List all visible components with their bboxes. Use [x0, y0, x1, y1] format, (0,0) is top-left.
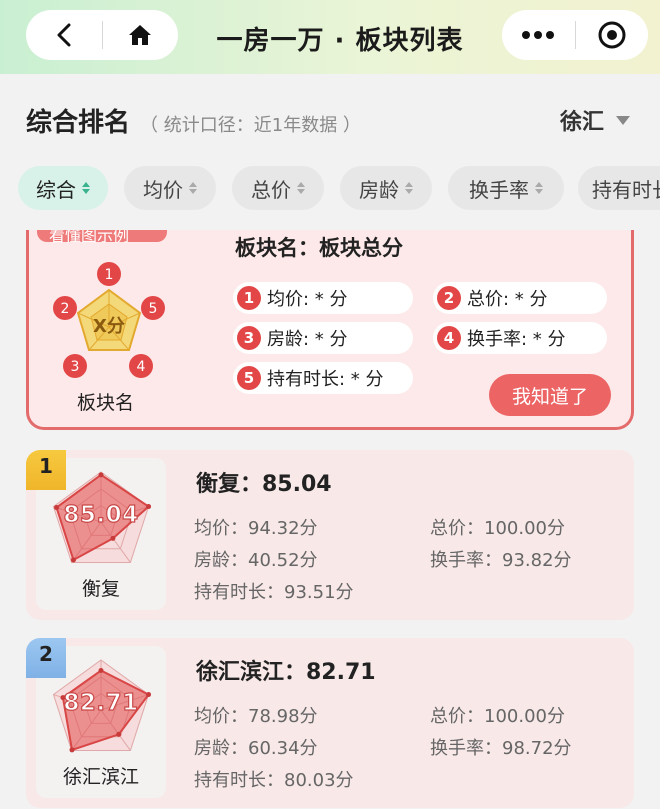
sort-arrows-icon — [297, 182, 305, 194]
filter-label: 均价 — [143, 177, 183, 202]
ranking-header: 综合排名 （ 统计口径：近1年数据 ） — [26, 102, 361, 139]
legend-item-text: 持有时长: * 分 — [267, 369, 384, 390]
metric-age: 房龄：40.52分 — [194, 550, 318, 571]
legend-vertex-4: 4 — [129, 354, 153, 378]
metric-total-price: 总价：100.00分 — [430, 706, 565, 727]
main-content: 综合排名 （ 统计口径：近1年数据 ） 徐汇 综合 均价 总价 房龄 换手率 持… — [0, 74, 660, 809]
radar-point — [98, 668, 104, 674]
metric-turnover: 换手率：98.72分 — [430, 738, 572, 759]
legend-item-text: 均价: * 分 — [267, 289, 348, 310]
region-label: 徐汇 — [560, 110, 605, 135]
sector-name: 衡复 — [81, 578, 120, 600]
svg-text:1: 1 — [105, 267, 114, 283]
svg-text:3: 3 — [71, 359, 80, 375]
radar-legend-panel: 看懂图示例 1 5 4 3 2 X分 板块名 板块名：板块总分 1 均价: * … — [26, 230, 634, 430]
legend-item-holding-time: 5 持有时长: * 分 — [233, 362, 413, 394]
filter-label: 房龄 — [359, 177, 399, 202]
home-icon — [129, 25, 152, 45]
metric-avg-price: 均价：94.32分 — [194, 518, 318, 539]
legend-sector-name: 板块名 — [77, 392, 135, 414]
filter-chip-composite[interactable]: 综合 — [18, 166, 108, 210]
filter-label: 总价 — [251, 177, 291, 202]
page-title: 一房一万 · 板块列表 — [216, 26, 464, 56]
sector-card[interactable]: 85.04 衡复 1 衡复：85.04 均价：94.32分 总价：100.00分… — [26, 450, 634, 620]
metric-age: 房龄：60.34分 — [194, 738, 318, 759]
legend-number-badge: 4 — [437, 326, 461, 350]
legend-tab: 看懂图示例 — [37, 230, 167, 245]
legend-item-total-price: 2 总价: * 分 — [433, 282, 607, 314]
sort-arrows-icon — [189, 182, 197, 194]
filter-chip-holding-time[interactable]: 持有时长 — [578, 166, 660, 210]
sort-arrows-icon — [82, 182, 90, 194]
sector-score-overlay: 85.04 — [63, 501, 139, 528]
legend-number-badge: 5 — [237, 366, 261, 390]
svg-text:2: 2 — [61, 301, 70, 317]
mini-program-title-bar: 一房一万 · 板块列表 — [0, 0, 660, 74]
rank-badge: 2 — [26, 638, 66, 678]
legend-item-text: 房龄: * 分 — [267, 329, 348, 350]
metric-avg-price: 均价：78.98分 — [194, 706, 318, 727]
close-miniprogram-button[interactable] — [576, 10, 649, 60]
legend-number-badge: 3 — [237, 326, 261, 350]
svg-text:5: 5 — [149, 301, 158, 317]
filter-label: 换手率 — [469, 177, 529, 202]
legend-item-avg-price: 1 均价: * 分 — [233, 282, 413, 314]
more-dots-icon — [522, 31, 555, 39]
filter-chip-turnover[interactable]: 换手率 — [448, 166, 564, 210]
legend-vertex-2: 2 — [53, 296, 77, 320]
rank-badge: 1 — [26, 450, 66, 490]
target-circle-icon — [598, 21, 626, 49]
radar-point — [69, 747, 75, 753]
legend-item-turnover: 4 换手率: * 分 — [433, 322, 607, 354]
sector-score-overlay: 82.71 — [63, 689, 139, 716]
caret-down-icon — [616, 115, 631, 125]
filter-label: 综合 — [36, 177, 76, 202]
radar-point — [70, 557, 76, 563]
metric-holding-time: 持有时长：93.51分 — [194, 582, 354, 603]
legend-number-badge: 2 — [437, 286, 461, 310]
back-button[interactable] — [26, 10, 102, 60]
sort-arrows-icon — [405, 182, 413, 194]
got-it-button[interactable]: 我知道了 — [489, 374, 611, 416]
radar-point — [110, 535, 116, 541]
menu-capsule — [502, 10, 648, 60]
nav-capsule — [26, 10, 178, 60]
filter-label: 持有时长 — [592, 177, 660, 202]
sector-card[interactable]: 82.71 徐汇滨江 2 徐汇滨江：82.71 均价：78.98分 总价：100… — [26, 638, 634, 808]
home-button[interactable] — [103, 10, 179, 60]
filter-chip-age[interactable]: 房龄 — [340, 166, 432, 210]
legend-item-text: 换手率: * 分 — [467, 329, 566, 350]
ranking-heading: 综合排名 — [26, 108, 131, 138]
sector-name: 徐汇滨江 — [62, 766, 139, 788]
back-chevron-icon — [57, 23, 71, 47]
sector-title: 徐汇滨江：82.71 — [196, 660, 376, 685]
metric-total-price: 总价：100.00分 — [430, 518, 565, 539]
radar-point — [98, 472, 104, 478]
sort-filter-bar: 综合 均价 总价 房龄 换手率 持有时长 — [0, 166, 660, 210]
legend-number-badge: 1 — [237, 286, 261, 310]
filter-chip-total-price[interactable]: 总价 — [232, 166, 324, 210]
legend-vertex-5: 5 — [141, 296, 165, 320]
legend-item-text: 总价: * 分 — [467, 289, 548, 310]
ranking-scope: （ 统计口径：近1年数据 ） — [140, 115, 361, 136]
legend-vertex-3: 3 — [63, 354, 87, 378]
legend-center-label: X分 — [93, 316, 125, 337]
legend-item-age: 3 房龄: * 分 — [233, 322, 413, 354]
radar-point — [116, 731, 122, 737]
legend-title: 板块名：板块总分 — [235, 236, 403, 260]
legend-vertex-1: 1 — [97, 262, 121, 286]
sort-arrows-icon — [535, 182, 543, 194]
filter-chip-avg-price[interactable]: 均价 — [124, 166, 216, 210]
metric-holding-time: 持有时长：80.03分 — [194, 770, 354, 791]
legend-radar-chart: 1 5 4 3 2 X分 — [53, 262, 165, 378]
sector-title: 衡复：85.04 — [196, 472, 332, 497]
svg-text:4: 4 — [137, 359, 146, 375]
metric-turnover: 换手率：93.82分 — [430, 550, 572, 571]
more-button[interactable] — [502, 10, 575, 60]
region-selector[interactable]: 徐汇 — [560, 104, 631, 136]
